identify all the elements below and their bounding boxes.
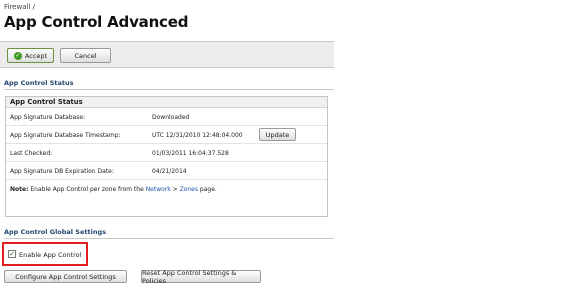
configure-label: Configure App Control Settings [15,272,116,281]
row-label: App Signature DB Expiration Date: [10,168,114,175]
breadcrumb[interactable]: Firewall / [4,3,35,11]
status-row-db: App Signature Database: Downloaded [6,108,327,126]
page-title: App Control Advanced [4,13,189,31]
update-button[interactable]: Update [259,128,296,141]
status-row-last-checked: Last Checked: 01/03/2011 16:04:37.528 [6,144,327,162]
note-text-end: page. [198,186,217,193]
accept-button[interactable]: ✓ Accept [7,48,54,63]
enable-app-control-checkbox[interactable]: ✓ [8,250,16,258]
status-note-row: Note: Enable App Control per zone from t… [6,180,327,198]
update-label: Update [265,130,290,139]
status-row-expiration: App Signature DB Expiration Date: 04/21/… [6,162,327,180]
row-label: App Signature Database: [10,114,86,121]
cancel-button[interactable]: Cancel [60,48,111,63]
accept-label: Accept [24,51,48,60]
row-value: UTC 12/31/2010 12:48:04.000 [152,132,243,139]
status-section-header: App Control Status [4,79,74,87]
row-label: App Signature Database Timestamp: [10,132,121,139]
zone-note: Note: Enable App Control per zone from t… [10,186,217,193]
panel-title: App Control Status [6,97,327,108]
row-label: Last Checked: [10,150,53,157]
zones-link[interactable]: Zones [180,186,198,193]
reset-settings-button[interactable]: Reset App Control Settings & Policies [141,268,261,285]
row-value: Downloaded [152,114,190,121]
row-value: 04/21/2014 [152,168,187,175]
note-text: Enable App Control per zone from the [28,186,146,193]
status-panel: App Control Status App Signature Databas… [5,96,328,217]
row-value: 01/03/2011 16:04:37.528 [152,150,229,157]
check-icon: ✓ [13,51,22,60]
enable-app-control-label[interactable]: Enable App Control [19,251,81,259]
global-section-header: App Control Global Settings [4,228,106,236]
note-prefix: Note: [10,186,29,193]
status-row-timestamp: App Signature Database Timestamp: UTC 12… [6,126,327,144]
cancel-label: Cancel [74,51,97,60]
section-divider [4,89,334,90]
configure-settings-button[interactable]: Configure App Control Settings [4,270,127,283]
section-divider [4,238,334,239]
note-separator: > [170,186,180,193]
network-link[interactable]: Network [146,186,171,193]
reset-label: Reset App Control Settings & Policies [142,268,237,285]
